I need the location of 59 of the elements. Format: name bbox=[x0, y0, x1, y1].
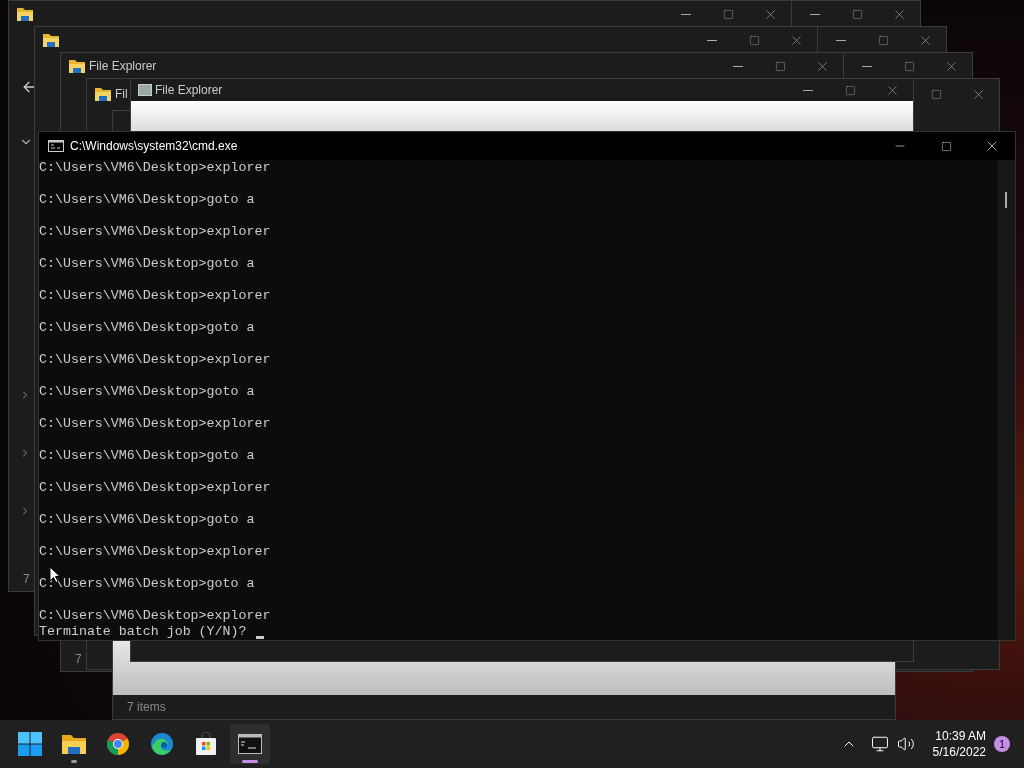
minimize-icon bbox=[862, 65, 872, 67]
text-cursor bbox=[256, 636, 265, 639]
store-bag-icon bbox=[194, 732, 218, 756]
window-title: File Explorer bbox=[89, 58, 157, 75]
window-title: C:\Windows\system32\cmd.exe bbox=[70, 138, 238, 155]
console-line: C:\Users\VM6\Desktop>explorer bbox=[39, 288, 271, 304]
chrome-icon bbox=[106, 732, 130, 756]
console-line: C:\Users\VM6\Desktop>explorer bbox=[39, 160, 271, 176]
clock-date[interactable]: 5/16/2022 bbox=[932, 744, 986, 760]
edge-icon bbox=[150, 732, 174, 756]
console-icon bbox=[238, 734, 262, 754]
console-line: C:\Users\VM6\Desktop>explorer bbox=[39, 480, 271, 496]
maximize-icon bbox=[877, 34, 889, 46]
minimize-icon bbox=[836, 39, 846, 41]
console-line: C:\Users\VM6\Desktop>goto a bbox=[39, 384, 255, 400]
console-line: C:\Users\VM6\Desktop>goto a bbox=[39, 448, 255, 464]
folder-icon bbox=[42, 32, 60, 48]
console-line: C:\Users\VM6\Desktop>explorer bbox=[39, 224, 271, 240]
folder-icon bbox=[68, 58, 86, 74]
folder-icon bbox=[94, 86, 112, 102]
console-line: C:\Users\VM6\Desktop>goto a bbox=[39, 576, 255, 592]
status-text: 7 bbox=[75, 651, 82, 668]
minimize-icon bbox=[803, 89, 813, 91]
status-text: 7 bbox=[23, 571, 30, 588]
console-line: C:\Users\VM6\Desktop>goto a bbox=[39, 320, 255, 336]
windows-logo-icon bbox=[18, 732, 42, 756]
maximize-icon bbox=[940, 140, 952, 152]
maximize-icon bbox=[844, 84, 856, 96]
console-line: C:\Users\VM6\Desktop>goto a bbox=[39, 256, 255, 272]
minimize-icon bbox=[733, 65, 743, 67]
status-text: 7 items bbox=[127, 699, 166, 716]
console-line: C:\Users\VM6\Desktop>goto a bbox=[39, 512, 255, 528]
maximize-icon bbox=[851, 8, 863, 20]
folder-icon bbox=[61, 733, 87, 755]
maximize-icon bbox=[930, 88, 942, 100]
console-line: C:\Users\VM6\Desktop>explorer bbox=[39, 352, 271, 368]
console-line: C:\Users\VM6\Desktop>explorer bbox=[39, 416, 271, 432]
clock-time[interactable]: 10:39 AM bbox=[935, 728, 986, 744]
scrollbar[interactable] bbox=[998, 160, 1015, 640]
console-message: Terminate batch job (Y/N)? bbox=[39, 624, 248, 640]
minimize-icon bbox=[707, 39, 717, 41]
network-icon[interactable] bbox=[870, 735, 889, 753]
volume-icon[interactable] bbox=[896, 735, 915, 753]
minimize-icon bbox=[810, 13, 820, 15]
notification-badge[interactable]: 1 bbox=[994, 736, 1010, 752]
maximize-icon bbox=[774, 60, 786, 72]
maximize-icon bbox=[903, 60, 915, 72]
maximize-icon bbox=[748, 34, 760, 46]
maximize-icon bbox=[722, 8, 734, 20]
window-title: File Explorer bbox=[155, 82, 223, 99]
console-line: C:\Users\VM6\Desktop>goto a bbox=[39, 192, 255, 208]
folder-icon bbox=[16, 6, 34, 22]
console-icon bbox=[48, 140, 64, 152]
console-line: C:\Users\VM6\Desktop>explorer bbox=[39, 544, 271, 560]
console-line: C:\Users\VM6\Desktop>explorer bbox=[39, 608, 271, 624]
taskbar-app-button[interactable] bbox=[230, 724, 270, 764]
window-title: Fil bbox=[115, 86, 128, 103]
minimize-icon bbox=[681, 13, 691, 15]
app-icon bbox=[138, 84, 152, 96]
